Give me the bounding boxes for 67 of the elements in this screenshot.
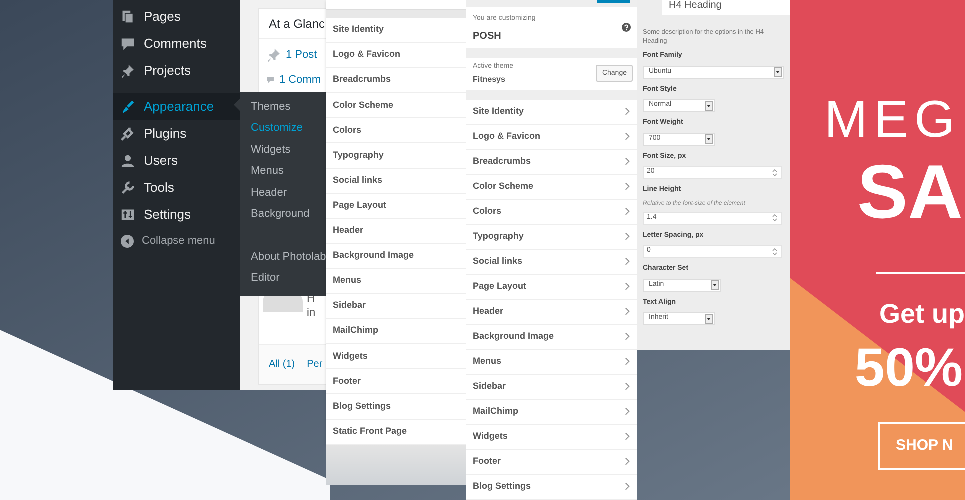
- chevron-right-icon: [625, 357, 630, 366]
- chevron-right-icon: [625, 407, 630, 416]
- menu-item[interactable]: Users: [113, 147, 240, 174]
- spinner-icon: [772, 168, 778, 176]
- glance-link[interactable]: 1 Comm: [279, 72, 321, 88]
- menu-item[interactable]: Tools: [113, 174, 240, 201]
- section-item[interactable]: Widgets: [466, 424, 637, 450]
- section-item[interactable]: Typography: [466, 224, 637, 250]
- wrench-icon: [121, 180, 135, 194]
- site-title: POSH: [473, 30, 502, 44]
- spinner-icon: [772, 214, 778, 222]
- banner-heading: MEG: [824, 90, 962, 150]
- pushpin-icon: [121, 64, 135, 78]
- section-item[interactable]: MailChimp: [466, 400, 637, 425]
- menu-item[interactable]: Pages: [113, 3, 240, 30]
- chevron-right-icon: [625, 207, 630, 216]
- section-item[interactable]: Site Identity: [466, 100, 637, 125]
- help-icon[interactable]: [622, 23, 631, 32]
- chevron-right-icon: [625, 132, 630, 142]
- activity-text: in: [307, 306, 316, 320]
- section-item[interactable]: Background Image: [466, 324, 637, 350]
- menu-item[interactable]: Plugins: [113, 120, 240, 147]
- chevron-right-icon: [625, 182, 630, 192]
- chevron-right-icon: [625, 257, 630, 266]
- chevron-right-icon: [625, 232, 630, 242]
- menu-item[interactable]: Projects: [113, 57, 240, 84]
- banner-discount: 50%: [854, 338, 964, 398]
- paintbrush-icon: [121, 100, 135, 114]
- banner-title: SA: [857, 149, 964, 237]
- section-item[interactable]: Header: [466, 300, 637, 325]
- section-item[interactable]: Breadcrumbs: [466, 150, 637, 175]
- chevron-right-icon: [625, 332, 630, 342]
- menu-item[interactable]: Settings: [113, 201, 240, 228]
- section-item[interactable]: Color Scheme: [466, 174, 637, 200]
- glance-link[interactable]: 1 Post: [286, 47, 318, 64]
- section-item[interactable]: Sidebar: [466, 374, 637, 400]
- section-item[interactable]: Logo & Favicon: [466, 124, 637, 150]
- menu-item[interactable]: Comments: [113, 30, 240, 57]
- pages-icon: [121, 10, 135, 24]
- chevron-right-icon: [625, 307, 630, 316]
- menu-item[interactable]: Appearance: [113, 93, 240, 120]
- section-item[interactable]: Colors: [466, 200, 637, 225]
- chevron-right-icon: [625, 282, 630, 292]
- section-item[interactable]: Social links: [466, 250, 637, 275]
- chevron-right-icon: [625, 457, 630, 466]
- plug-icon: [121, 126, 135, 140]
- pushpin-icon: [267, 48, 281, 62]
- chevron-right-icon: [625, 107, 630, 116]
- section-item[interactable]: Page Layout: [466, 274, 637, 300]
- chevron-right-icon: [625, 157, 630, 166]
- filter-link[interactable]: All (1): [269, 357, 296, 372]
- user-icon: [121, 154, 135, 168]
- section-item[interactable]: Blog Settings: [466, 474, 637, 500]
- section-item[interactable]: Menus: [466, 350, 637, 375]
- collapse-icon: [121, 235, 134, 248]
- collapse-menu[interactable]: Collapse menu: [113, 228, 240, 255]
- sliders-icon: [121, 208, 135, 222]
- panel-title: H4 Heading: [662, 0, 790, 15]
- section-item[interactable]: Footer: [466, 450, 637, 475]
- speech-bubble-icon: [121, 36, 135, 50]
- theme-name: Fitnesys: [473, 74, 506, 86]
- chevron-right-icon: [625, 432, 630, 442]
- chevron-right-icon: [625, 482, 630, 492]
- filter-link[interactable]: Per: [307, 357, 323, 372]
- banner-subtitle: Get up: [880, 298, 965, 330]
- chevron-right-icon: [625, 382, 630, 392]
- spinner-icon: [772, 248, 778, 256]
